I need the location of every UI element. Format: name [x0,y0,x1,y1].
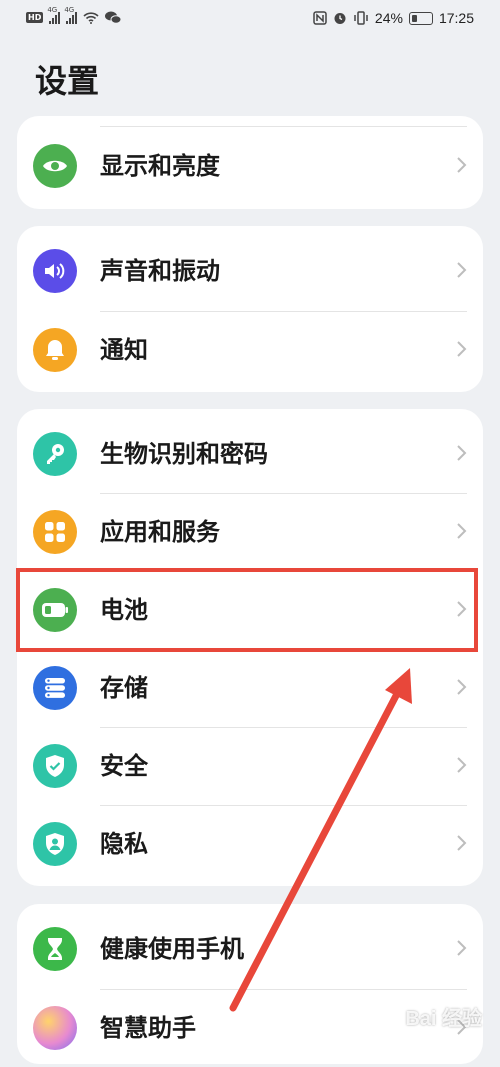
settings-item-sound-vibration[interactable]: 声音和振动 [17,232,483,310]
battery-percent: 24% [374,10,403,26]
storage-icon [33,666,77,710]
vibrate-icon [354,11,368,25]
settings-item-label: 通知 [100,336,148,364]
chevron-right-icon [457,445,467,461]
chevron-right-icon [457,835,467,851]
chevron-right-icon [457,262,467,278]
chevron-right-icon [457,157,467,173]
wifi-icon [83,11,99,24]
battery-icon [33,588,77,632]
settings-item-privacy[interactable]: 隐私 [17,805,483,883]
chevron-right-icon [457,601,467,617]
settings-item-label: 存储 [100,674,148,702]
chevron-right-icon [457,679,467,695]
settings-group-system: 生物识别和密码 应用和服务 电池 存储 安全 隐私 [17,409,483,886]
chevron-right-icon [457,940,467,956]
settings-item-notifications[interactable]: 通知 [17,311,483,389]
settings-item-label: 智慧助手 [100,1014,196,1042]
settings-item-label: 安全 [100,752,148,780]
signal-sim2-icon: 4G [64,6,78,24]
hd-voice-icon: HD [26,12,44,23]
chevron-right-icon [457,341,467,357]
settings-item-security[interactable]: 安全 [17,727,483,805]
settings-item-label: 声音和振动 [100,257,220,285]
chevron-right-icon [457,757,467,773]
watermark-logo: Bai 经验 [405,1008,482,1030]
chevron-right-icon [457,523,467,539]
bell-icon [33,328,77,372]
speaker-icon [33,249,77,293]
hourglass-icon [33,927,77,971]
settings-item-label: 应用和服务 [100,518,220,546]
settings-item-battery[interactable]: 电池 [17,571,483,649]
wechat-icon [105,11,122,24]
battery-status-icon [408,11,433,25]
settings-item-label: 电池 [100,596,148,624]
settings-item-storage[interactable]: 存储 [17,649,483,727]
signal-sim1-icon: 4G [47,6,61,24]
assistant-orb-icon [33,1006,77,1050]
settings-item-display-brightness[interactable]: 显示和亮度 [17,127,483,205]
settings-item-biometrics-password[interactable]: 生物识别和密码 [17,415,483,493]
page-title: 设置 [35,62,100,100]
nfc-icon [313,11,327,25]
settings-group-display: 显示和亮度 [17,116,483,209]
settings-group-sound-notify: 声音和振动 通知 [17,226,483,392]
key-icon [33,432,77,476]
settings-item-label: 健康使用手机 [100,935,244,963]
status-bar: HD 4G 4G 24% 17:25 [0,0,500,40]
settings-item-label: 显示和亮度 [100,152,220,180]
settings-item-label: 隐私 [100,830,148,858]
settings-item-apps-services[interactable]: 应用和服务 [17,493,483,571]
alarm-icon [334,13,346,24]
apps-grid-icon [33,510,77,554]
eye-icon [33,144,77,188]
shield-check-icon [33,744,77,788]
clock-time: 17:25 [438,10,474,26]
privacy-shield-icon [33,822,77,866]
settings-group-wellbeing: 健康使用手机 智慧助手 [17,904,483,1064]
settings-item-label: 生物识别和密码 [100,440,268,468]
settings-item-digital-balance[interactable]: 健康使用手机 [17,910,483,988]
